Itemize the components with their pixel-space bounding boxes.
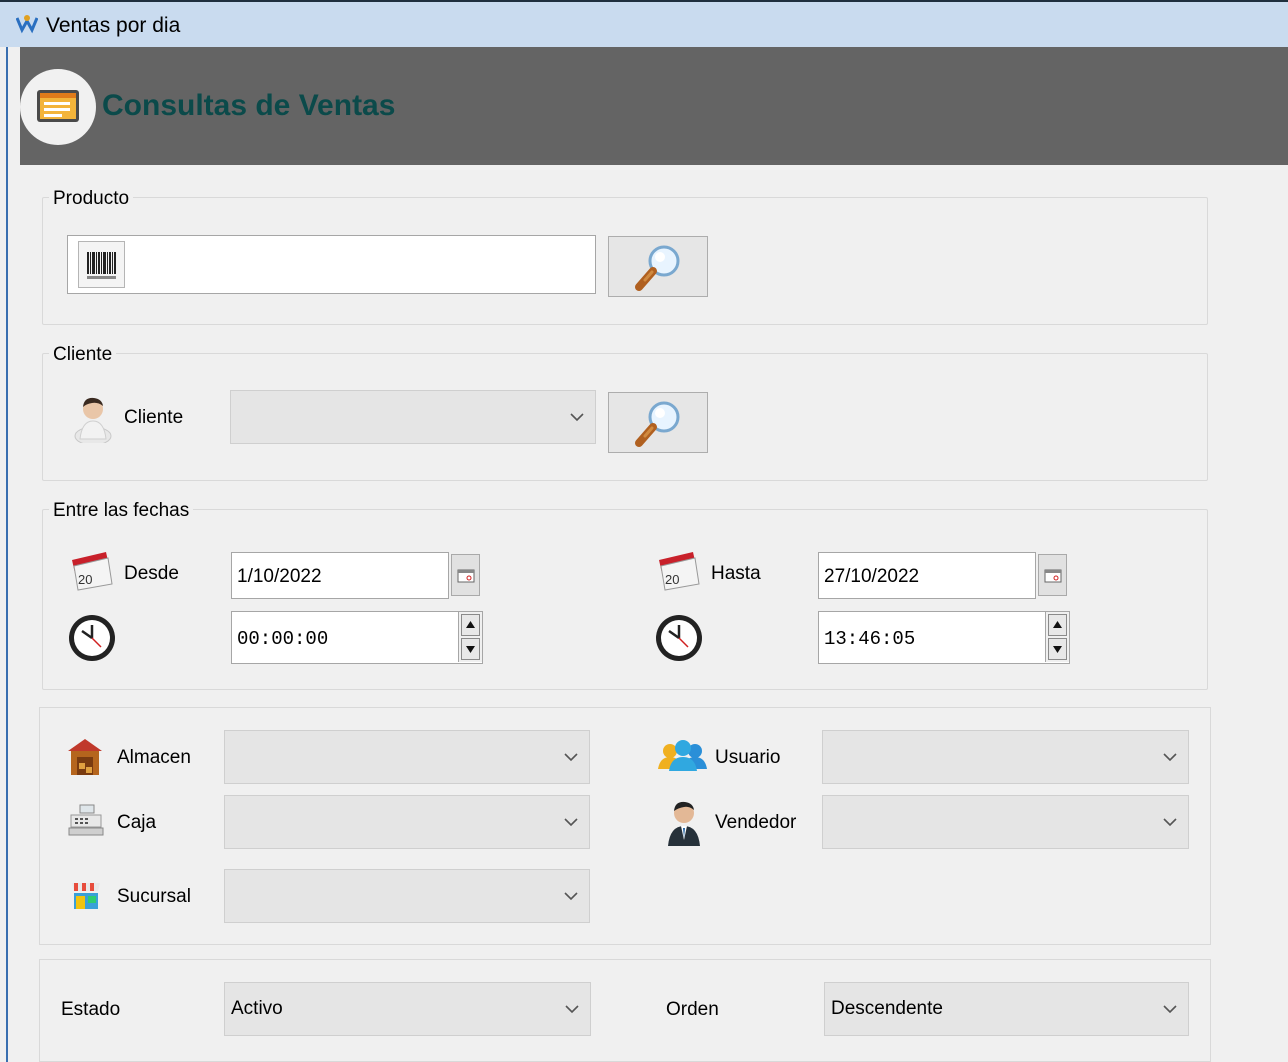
- spin-down-button[interactable]: [1048, 638, 1067, 660]
- desde-time-value: 00:00:00: [237, 628, 329, 650]
- chevron-down-icon: [565, 1005, 579, 1014]
- spin-up-button[interactable]: [461, 614, 480, 636]
- chevron-down-icon: [564, 818, 578, 827]
- spin-up-button[interactable]: [1048, 614, 1067, 636]
- warehouse-icon: [68, 739, 102, 775]
- window-left-margin: [8, 47, 20, 1062]
- usuario-label: Usuario: [715, 747, 781, 768]
- barcode-icon: [78, 241, 125, 288]
- caja-label: Caja: [117, 812, 157, 833]
- window-title: Ventas por dia: [46, 14, 181, 37]
- chevron-down-icon: [1163, 1005, 1177, 1014]
- cliente-select[interactable]: [230, 390, 596, 444]
- estado-select[interactable]: Activo: [224, 982, 591, 1036]
- hasta-time-value: 13:46:05: [824, 628, 916, 650]
- desde-date-value: 1/10/2022: [237, 566, 322, 587]
- hasta-calendar-button[interactable]: [1038, 554, 1067, 596]
- desde-time-spinner: [458, 612, 482, 662]
- caja-select[interactable]: [224, 795, 590, 849]
- report-window-icon: [37, 90, 79, 122]
- chevron-down-icon: [1163, 818, 1177, 827]
- hasta-label: Hasta: [711, 563, 761, 584]
- clock-icon: [656, 615, 702, 661]
- app-icon: [16, 15, 38, 34]
- header-icon-badge: [20, 69, 96, 145]
- estado-label: Estado: [61, 999, 121, 1020]
- estado-select-value: Activo: [231, 998, 283, 1019]
- calendar-small-icon: [457, 569, 475, 583]
- desde-label: Desde: [124, 563, 179, 584]
- almacen-select[interactable]: [224, 730, 590, 784]
- page-header: Consultas de Ventas: [20, 47, 1288, 165]
- producto-search-button[interactable]: [608, 236, 708, 297]
- chevron-down-icon: [564, 892, 578, 901]
- vendedor-select[interactable]: [822, 795, 1189, 849]
- cliente-legend: Cliente: [49, 344, 117, 366]
- cliente-search-button[interactable]: [608, 392, 708, 453]
- sucursal-select[interactable]: [224, 869, 590, 923]
- fechas-legend: Entre las fechas: [49, 500, 194, 522]
- desde-date-input[interactable]: 1/10/2022: [231, 552, 449, 599]
- hasta-date-value: 27/10/2022: [824, 566, 920, 587]
- user-icon: [74, 397, 112, 443]
- producto-legend: Producto: [49, 188, 134, 210]
- chevron-down-icon: [1163, 753, 1177, 762]
- magnifier-icon: [635, 401, 680, 447]
- calendar-icon: 20: [72, 552, 113, 591]
- svg-text:20: 20: [78, 572, 92, 587]
- producto-input[interactable]: [67, 235, 596, 294]
- hasta-date-input[interactable]: 27/10/2022: [818, 552, 1036, 599]
- users-icon: [658, 740, 707, 771]
- hasta-time-spinner: [1045, 612, 1069, 662]
- svg-text:20: 20: [665, 572, 679, 587]
- usuario-select[interactable]: [822, 730, 1189, 784]
- salesman-icon: [668, 801, 700, 846]
- store-icon: [72, 883, 100, 909]
- almacen-label: Almacen: [117, 747, 191, 768]
- orden-label: Orden: [666, 999, 719, 1020]
- spin-down-button[interactable]: [461, 638, 480, 660]
- magnifier-icon: [635, 245, 680, 291]
- orden-select[interactable]: Descendente: [824, 982, 1189, 1036]
- calendar-small-icon: [1044, 569, 1062, 583]
- hasta-time-input[interactable]: 13:46:05: [818, 611, 1070, 664]
- cash-register-icon: [68, 804, 104, 836]
- calendar-icon: 20: [659, 552, 700, 591]
- vendedor-label: Vendedor: [715, 812, 797, 833]
- desde-calendar-button[interactable]: [451, 554, 480, 596]
- sucursal-label: Sucursal: [117, 886, 191, 907]
- clock-icon: [69, 615, 115, 661]
- orden-select-value: Descendente: [831, 998, 943, 1019]
- page-title: Consultas de Ventas: [102, 89, 396, 122]
- cliente-label: Cliente: [124, 407, 184, 428]
- chevron-down-icon: [564, 753, 578, 762]
- desde-time-input[interactable]: 00:00:00: [231, 611, 483, 664]
- window-titlebar: Ventas por dia: [0, 0, 1288, 47]
- window-left-border: [0, 47, 8, 1062]
- chevron-down-icon: [570, 413, 584, 422]
